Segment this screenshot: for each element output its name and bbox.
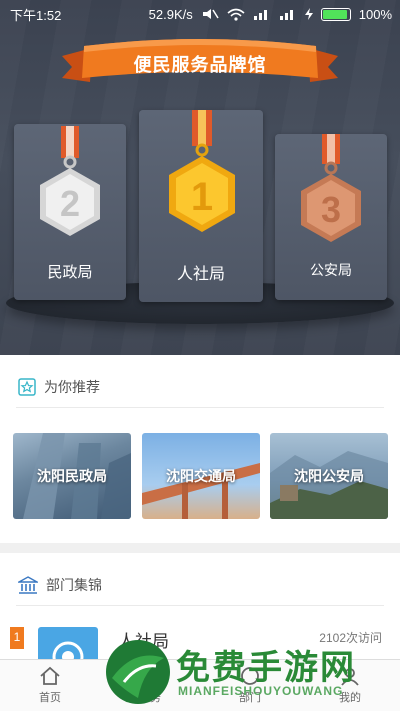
section-gap — [0, 543, 400, 553]
recommend-header: 为你推荐 — [18, 377, 100, 397]
recommend-tile-civil-affairs[interactable]: 沈阳民政局 — [13, 433, 131, 519]
divider — [16, 407, 384, 408]
watermark-title: 免费手游网 — [176, 649, 356, 687]
app-screen: 便民服务品牌馆 2 民政局 1 人社局 3 公安局 下午1:52 52.9K/s… — [0, 0, 400, 711]
banner-ribbon — [62, 39, 338, 82]
nav-home[interactable]: 首页 — [0, 660, 100, 711]
divider — [16, 605, 384, 606]
government-building-icon — [18, 576, 38, 594]
charging-icon — [304, 8, 313, 20]
podium-label-2: 民政局 — [47, 264, 93, 281]
watermark-logo-icon — [106, 640, 170, 704]
podium-card-rank-2[interactable]: 2 民政局 — [14, 124, 126, 300]
podium-label-1: 人社局 — [176, 266, 225, 283]
departments-header: 部门集锦 — [18, 575, 102, 595]
wifi-icon — [227, 8, 245, 21]
podium-card-rank-3[interactable]: 3 公安局 — [275, 134, 387, 300]
tile-label: 沈阳交通局 — [166, 468, 236, 484]
brand-hall-hero: 便民服务品牌馆 2 民政局 1 人社局 3 公安局 — [0, 0, 400, 355]
signal-icon — [253, 10, 267, 20]
recommend-title: 为你推荐 — [44, 379, 100, 395]
gold-medal-icon: 1 — [169, 110, 235, 232]
departments-title: 部门集锦 — [46, 577, 102, 593]
medal-rank-number: 1 — [191, 175, 213, 219]
recommend-tile-transport[interactable]: 沈阳交通局 — [142, 433, 260, 519]
bronze-medal-icon: 3 — [301, 134, 361, 242]
status-bar: 下午1:52 52.9K/s 100% — [0, 0, 400, 28]
mute-icon — [202, 9, 219, 19]
tile-label: 沈阳公安局 — [294, 468, 364, 484]
rank-badge: 1 — [10, 627, 24, 649]
tile-label: 沈阳民政局 — [37, 468, 107, 484]
watermark-subtitle: MIANFEISHOUYOUWANG — [178, 684, 344, 698]
signal-icon — [279, 10, 293, 20]
battery-percent: 100% — [358, 6, 392, 22]
medal-rank-number: 2 — [60, 183, 80, 224]
network-speed: 52.9K/s — [148, 6, 193, 22]
status-time: 下午1:52 — [10, 7, 62, 23]
podium-label-3: 公安局 — [310, 262, 352, 278]
medal-rank-number: 3 — [321, 189, 341, 230]
star-badge-icon — [18, 378, 36, 396]
battery-icon — [320, 7, 351, 21]
podium-card-rank-1[interactable]: 1 人社局 — [139, 110, 263, 302]
home-icon — [40, 666, 60, 685]
nav-label: 首页 — [39, 692, 61, 704]
silver-medal-icon: 2 — [40, 126, 100, 236]
recommend-tile-public-security[interactable]: 沈阳公安局 — [270, 433, 388, 519]
watermark: 免费手游网 MIANFEISHOUYOUWANG — [104, 638, 400, 708]
